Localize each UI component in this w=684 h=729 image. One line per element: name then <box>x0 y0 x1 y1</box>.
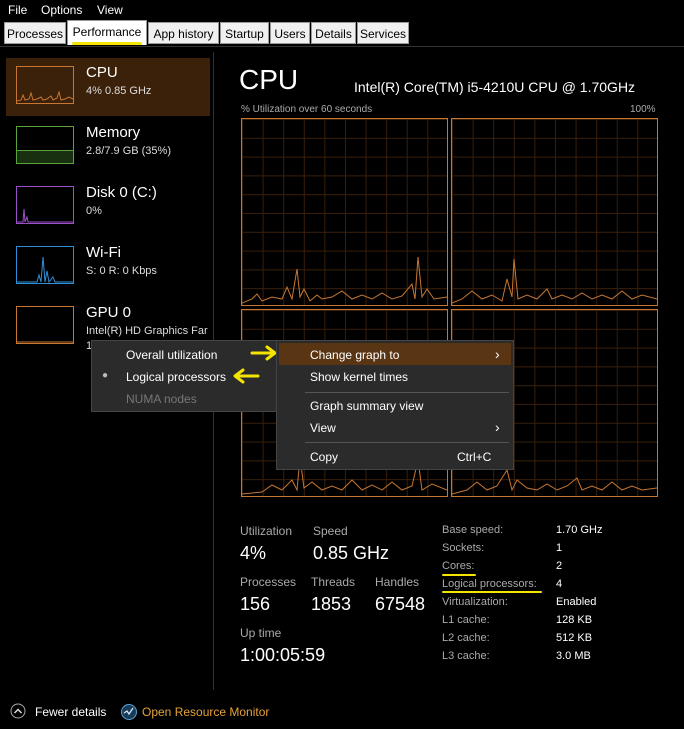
menu-file[interactable]: File <box>8 3 27 17</box>
menu-separator <box>305 442 509 443</box>
page-title: CPU <box>239 64 299 95</box>
gpu-thumbnail <box>16 306 74 344</box>
sidebar-item-subtext: S: 0 R: 0 Kbps <box>86 265 157 277</box>
spec-value: 128 KB <box>556 614 593 626</box>
spec-label: L1 cache: <box>442 614 490 626</box>
spec-label: Logical processors: <box>442 578 537 590</box>
spec-value: 1.70 GHz <box>556 524 603 536</box>
annotation-underline-cores <box>442 574 476 576</box>
sidebar-item-label: GPU 0 <box>86 304 132 321</box>
graph-caption: % Utilization over 60 seconds <box>241 104 373 115</box>
chevron-up-icon[interactable] <box>10 703 26 719</box>
menu-copy-shortcut: Ctrl+C <box>457 450 492 464</box>
tab-services[interactable]: Services <box>357 22 409 44</box>
tab-app-history[interactable]: App history <box>148 22 219 44</box>
submenu-numa-nodes: NUMA nodes <box>126 392 197 406</box>
spec-value: 4 <box>556 578 563 590</box>
sidebar-item-subtext: 0% <box>86 205 102 217</box>
graph-context-menu: Change graph to › Show kernel times Grap… <box>276 340 514 470</box>
tab-processes[interactable]: Processes <box>4 22 66 44</box>
sidebar-item-subtext: Intel(R) HD Graphics Far <box>86 325 208 337</box>
disk-thumbnail <box>16 186 74 224</box>
uptime-value: 1:00:05:59 <box>240 645 326 665</box>
handles-value: 67548 <box>375 594 426 614</box>
resource-monitor-icon <box>121 704 137 720</box>
sidebar-item-subtext: 2.8/7.9 GB (35%) <box>86 145 171 157</box>
sidebar-item-label: Disk 0 (C:) <box>86 184 157 201</box>
menu-show-kernel-times[interactable]: Show kernel times <box>310 370 408 384</box>
tab-details[interactable]: Details <box>311 22 356 44</box>
menu-bar: File Options View <box>0 0 684 20</box>
spec-label: L3 cache: <box>442 650 490 662</box>
spec-value: 1 <box>556 542 563 554</box>
logical-processor-graph-0 <box>241 118 448 306</box>
memory-thumbnail <box>16 126 74 164</box>
sidebar-item-label: CPU <box>86 64 118 81</box>
menu-view[interactable]: View <box>97 3 123 17</box>
logical-processor-graph-1 <box>451 118 658 306</box>
processes-value: 156 <box>240 594 271 614</box>
spec-label: Base speed: <box>442 524 504 536</box>
spec-value: 2 <box>556 560 563 572</box>
threads-value: 1853 <box>311 594 352 614</box>
sidebar-item-memory[interactable]: Memory 2.8/7.9 GB (35%) <box>6 118 210 176</box>
spec-label: Sockets: <box>442 542 485 554</box>
uptime-label: Up time <box>240 626 282 640</box>
menu-separator <box>305 392 509 393</box>
menu-view[interactable]: View <box>310 421 336 435</box>
chevron-right-icon: › <box>495 419 500 435</box>
graph-max-label: 100% <box>630 104 656 115</box>
radio-bullet-icon: ● <box>102 370 109 381</box>
sidebar-item-subtext: 4% 0.85 GHz <box>86 85 152 97</box>
fewer-details-link[interactable]: Fewer details <box>35 705 106 719</box>
sidebar-item-label: Wi-Fi <box>86 244 121 261</box>
utilization-value: 4% <box>240 543 267 563</box>
submenu-overall-utilization[interactable]: Overall utilization <box>126 348 217 362</box>
spec-value: Enabled <box>556 596 597 608</box>
sidebar-item-wifi[interactable]: Wi-Fi S: 0 R: 0 Kbps <box>6 238 210 296</box>
chevron-right-icon: › <box>495 346 500 362</box>
annotation-underline-performance <box>72 42 142 45</box>
spec-value: 512 KB <box>556 632 593 644</box>
speed-value: 0.85 GHz <box>313 543 390 563</box>
spec-label: L2 cache: <box>442 632 490 644</box>
spec-label: Cores: <box>442 560 475 572</box>
submenu-logical-processors[interactable]: Logical processors <box>126 370 226 384</box>
menu-options[interactable]: Options <box>41 3 82 17</box>
annotation-underline-logical <box>442 591 542 593</box>
annotation-arrow-left-icon <box>233 368 260 384</box>
utilization-label: Utilization <box>240 524 293 538</box>
open-resource-monitor-link[interactable]: Open Resource Monitor <box>142 705 269 719</box>
tab-startup[interactable]: Startup <box>220 22 269 44</box>
footer: Fewer details Open Resource Monitor <box>0 697 684 729</box>
tab-users[interactable]: Users <box>270 22 310 44</box>
menu-change-graph-to[interactable]: Change graph to <box>310 348 399 362</box>
sidebar-item-cpu[interactable]: CPU 4% 0.85 GHz <box>6 58 210 116</box>
sidebar-item-disk[interactable]: Disk 0 (C:) 0% <box>6 178 210 236</box>
handles-label: Handles <box>375 575 420 589</box>
speed-label: Speed <box>313 524 348 538</box>
cpu-thumbnail <box>16 66 74 104</box>
sidebar-item-label: Memory <box>86 124 141 141</box>
spec-value: 3.0 MB <box>556 650 591 662</box>
menu-graph-summary-view[interactable]: Graph summary view <box>310 399 423 413</box>
menu-copy[interactable]: Copy <box>310 450 338 464</box>
threads-label: Threads <box>311 575 356 589</box>
cpu-model-name: Intel(R) Core(TM) i5-4210U CPU @ 1.70GHz <box>354 79 636 95</box>
processes-label: Processes <box>240 575 297 589</box>
wifi-thumbnail <box>16 246 74 284</box>
spec-label: Virtualization: <box>442 596 508 608</box>
